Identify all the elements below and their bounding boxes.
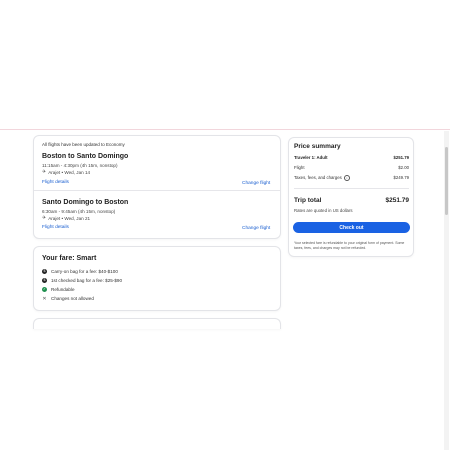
x-icon: ✕ bbox=[42, 295, 47, 302]
taxes-value: $249.79 bbox=[393, 175, 409, 180]
trip-total-label: Trip total bbox=[294, 197, 322, 204]
check-out-button[interactable]: Check out bbox=[293, 222, 410, 233]
flights-divider bbox=[34, 190, 280, 191]
currency-note: Rates are quoted in US dollars bbox=[294, 208, 353, 213]
taxes-label: Taxes, fees, and charges bbox=[294, 175, 342, 180]
outbound-route: Boston to Santo Domingo bbox=[42, 153, 129, 160]
fare-title: Your fare: Smart bbox=[42, 255, 97, 262]
fare-item-text: 1st checked bag for a fee: $25-$90 bbox=[51, 278, 122, 283]
return-times: 6:30am - 9:45am (4h 15m, nonstop) bbox=[42, 209, 116, 214]
flight-price-label: Flight bbox=[294, 165, 305, 170]
trip-total-value: $251.79 bbox=[385, 197, 410, 204]
airline-logo-icon: ✈ bbox=[42, 215, 47, 221]
summary-divider bbox=[294, 188, 409, 189]
check-icon: ✓ bbox=[42, 286, 47, 292]
next-card bbox=[33, 318, 281, 329]
return-route: Santo Domingo to Boston bbox=[42, 199, 129, 206]
outbound-airline-text: Arajet • Wed, Jan 14 bbox=[48, 169, 91, 175]
fare-item-text: Changes not allowed bbox=[51, 296, 94, 301]
traveler-label: Traveler 1: Adult bbox=[294, 155, 328, 160]
return-change-flight-link[interactable]: Change flight bbox=[242, 226, 270, 231]
fare-item-text: Refundable bbox=[51, 287, 75, 292]
outbound-change-flight-link[interactable]: Change flight bbox=[242, 181, 270, 186]
dollar-icon: $ bbox=[42, 268, 47, 274]
outbound-airline: ✈ Arajet • Wed, Jan 14 bbox=[42, 169, 90, 175]
flight-price-value: $2.00 bbox=[398, 165, 409, 170]
outbound-flight-details-link[interactable]: Flight details bbox=[42, 180, 69, 185]
info-icon[interactable]: i bbox=[343, 175, 350, 181]
dollar-icon: $ bbox=[42, 277, 47, 283]
outbound-times: 11:15am - 4:30pm (4h 15m, nonstop) bbox=[42, 163, 118, 168]
fare-item: $ 1st checked bag for a fee: $25-$90 bbox=[42, 278, 122, 283]
airline-logo-icon: ✈ bbox=[42, 169, 47, 175]
price-summary-card: Price summary Traveler 1: Adult $251.79 … bbox=[288, 137, 414, 257]
return-flight-details-link[interactable]: Flight details bbox=[42, 225, 69, 230]
economy-notice: All flights have been updated to Economy bbox=[42, 142, 125, 147]
header-divider bbox=[0, 129, 450, 130]
refund-note: Your selected fare is refundable to your… bbox=[294, 241, 405, 250]
flights-card: All flights have been updated to Economy… bbox=[33, 135, 281, 239]
traveler-value: $251.79 bbox=[393, 155, 409, 160]
fare-item-text: Carry-on bag for a fee: $40-$100 bbox=[51, 269, 118, 274]
fare-item: ✕ Changes not allowed bbox=[42, 295, 94, 302]
traveler-row: Traveler 1: Adult $251.79 bbox=[294, 155, 409, 160]
return-airline-text: Arajet • Wed, Jan 21 bbox=[48, 215, 91, 221]
fare-item: $ Carry-on bag for a fee: $40-$100 bbox=[42, 269, 118, 274]
fare-item: ✓ Refundable bbox=[42, 287, 75, 292]
taxes-label-group: Taxes, fees, and charges i bbox=[294, 175, 350, 181]
scrollbar-thumb[interactable] bbox=[445, 147, 448, 215]
flight-price-row: Flight $2.00 bbox=[294, 165, 409, 170]
trip-total-row: Trip total $251.79 bbox=[294, 197, 409, 204]
price-summary-title: Price summary bbox=[294, 143, 341, 150]
fare-card: Your fare: Smart $ Carry-on bag for a fe… bbox=[33, 246, 281, 311]
return-airline: ✈ Arajet • Wed, Jan 21 bbox=[42, 215, 90, 221]
taxes-row: Taxes, fees, and charges i $249.79 bbox=[294, 175, 409, 181]
